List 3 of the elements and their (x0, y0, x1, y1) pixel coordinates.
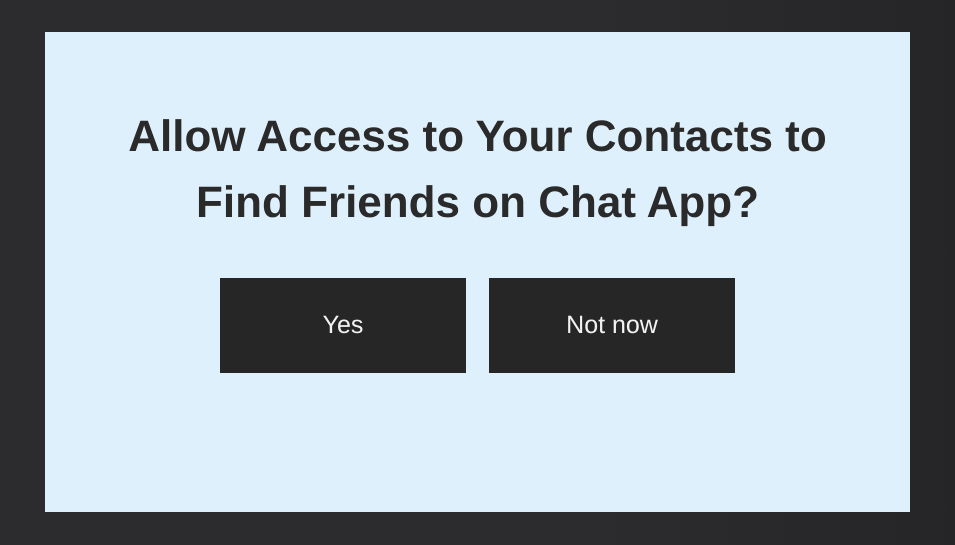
dialog-title: Allow Access to Your Contacts to Find Friends on Chat App? (127, 111, 828, 229)
dialog-button[interactable]: Not now (489, 278, 735, 373)
dialog-button[interactable]: Yes (220, 278, 466, 373)
